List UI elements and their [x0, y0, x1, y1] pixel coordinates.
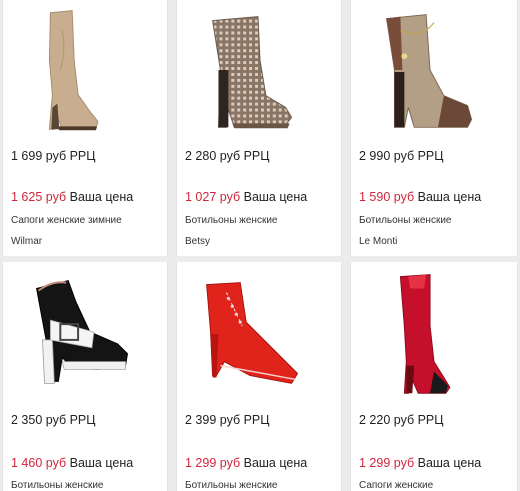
product-name[interactable]: Ботильоны женские	[11, 480, 103, 491]
product-card[interactable]: 2 220 руб РРЦ 1 299 руб Ваша цена Сапоги…	[350, 262, 518, 491]
your-price: 1 299 руб Ваша цена	[185, 456, 307, 470]
product-brand: Betsy	[185, 236, 211, 247]
sale-price: 1 027 руб	[185, 190, 241, 204]
red-patent-lace-up-bootie-icon[interactable]	[177, 262, 341, 402]
rrc-price: 2 350 руб РРЦ	[11, 413, 96, 427]
tall-beige-wedge-boot-icon[interactable]	[3, 0, 167, 140]
your-price: 1 590 руб Ваша цена	[359, 190, 481, 204]
beige-croc-bootie-icon[interactable]	[351, 0, 517, 140]
sale-price: 1 299 руб	[359, 456, 415, 470]
product-name[interactable]: Сапоги женские	[359, 480, 433, 491]
perforated-peep-toe-bootie-icon[interactable]	[177, 0, 341, 140]
rrc-price: 2 220 руб РРЦ	[359, 413, 444, 427]
your-price-label: Ваша цена	[243, 456, 308, 470]
sale-price: 1 299 руб	[185, 456, 241, 470]
sale-price: 1 460 руб	[11, 456, 67, 470]
product-name[interactable]: Ботильоны женские	[185, 215, 277, 226]
your-price: 1 299 руб Ваша цена	[359, 456, 481, 470]
black-white-platform-bootie-icon[interactable]	[3, 262, 167, 402]
product-name[interactable]: Сапоги женские зимние	[11, 215, 122, 226]
your-price-label: Ваша цена	[417, 190, 482, 204]
product-name[interactable]: Ботильоны женские	[359, 215, 451, 226]
rrc-price: 2 399 руб РРЦ	[185, 413, 270, 427]
rrc-price: 2 280 руб РРЦ	[185, 149, 270, 163]
sale-price: 1 625 руб	[11, 190, 67, 204]
rrc-price: 2 990 руб РРЦ	[359, 149, 444, 163]
your-price: 1 460 руб Ваша цена	[11, 456, 133, 470]
your-price: 1 027 руб Ваша цена	[185, 190, 307, 204]
red-knee-high-boot-icon[interactable]	[351, 262, 517, 402]
product-brand: Wilmar	[11, 236, 43, 247]
your-price-label: Ваша цена	[69, 190, 134, 204]
product-card[interactable]: 2 280 руб РРЦ 1 027 руб Ваша цена Ботиль…	[176, 0, 342, 256]
product-card[interactable]: 2 350 руб РРЦ 1 460 руб Ваша цена Ботиль…	[2, 262, 168, 491]
product-grid: 1 699 руб РРЦ 1 625 руб Ваша цена Сапоги…	[0, 0, 520, 491]
your-price: 1 625 руб Ваша цена	[11, 190, 133, 204]
product-brand: Le Monti	[359, 236, 398, 247]
your-price-label: Ваша цена	[417, 456, 482, 470]
product-card[interactable]: 1 699 руб РРЦ 1 625 руб Ваша цена Сапоги…	[2, 0, 168, 256]
product-card[interactable]: 2 990 руб РРЦ 1 590 руб Ваша цена Ботиль…	[350, 0, 518, 256]
rrc-price: 1 699 руб РРЦ	[11, 149, 96, 163]
product-name[interactable]: Ботильоны женские	[185, 480, 277, 491]
sale-price: 1 590 руб	[359, 190, 415, 204]
your-price-label: Ваша цена	[69, 456, 134, 470]
your-price-label: Ваша цена	[243, 190, 308, 204]
product-card[interactable]: 2 399 руб РРЦ 1 299 руб Ваша цена Ботиль…	[176, 262, 342, 491]
